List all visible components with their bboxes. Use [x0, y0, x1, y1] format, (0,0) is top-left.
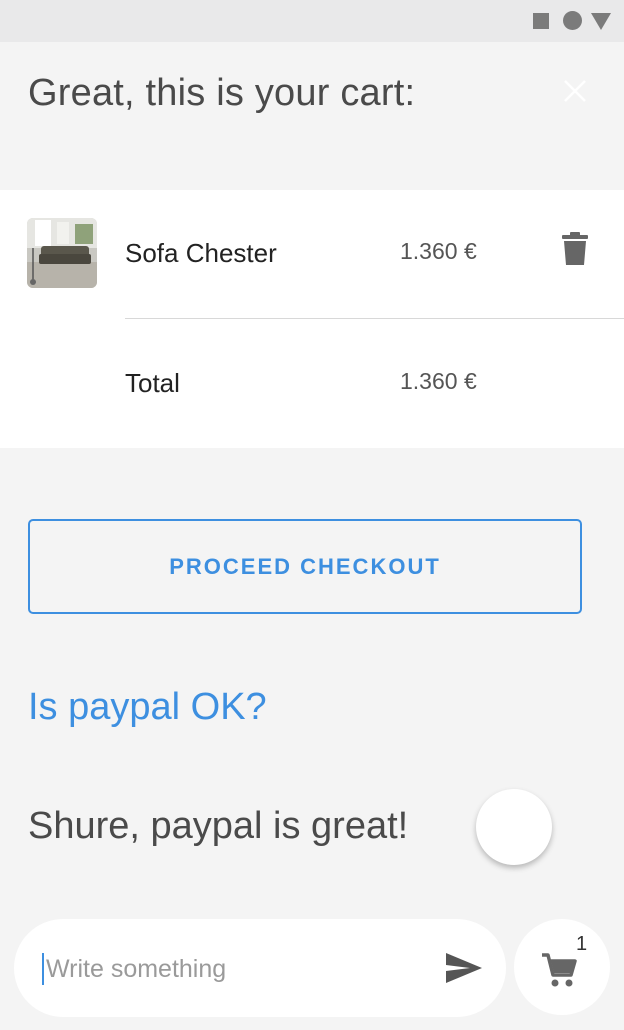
avatar	[476, 789, 552, 865]
total-price: 1.360 €	[400, 368, 477, 394]
cart-item-price: 1.360 €	[400, 238, 477, 264]
trash-icon[interactable]	[561, 232, 589, 266]
page-title: Great, this is your cart:	[28, 72, 416, 114]
cart-button[interactable]: 1	[514, 919, 610, 1015]
home-icon[interactable]	[563, 11, 582, 30]
total-label: Total	[125, 368, 180, 398]
cart-count-badge: 1	[576, 933, 588, 955]
message-input[interactable]	[46, 949, 426, 989]
bot-message: Is paypal OK?	[28, 686, 267, 728]
back-icon[interactable]	[591, 13, 611, 30]
shopping-cart-icon	[540, 951, 578, 989]
send-icon[interactable]	[444, 951, 484, 985]
close-icon[interactable]	[560, 76, 590, 106]
cart-card: Sofa Chester 1.360 € Total 1.360 €	[0, 190, 624, 448]
cart-item-name: Sofa Chester	[125, 238, 277, 268]
divider	[125, 318, 624, 319]
product-thumbnail	[27, 218, 97, 288]
user-message: Shure, paypal is great!	[28, 805, 409, 847]
proceed-checkout-button[interactable]: PROCEED CHECKOUT	[28, 519, 582, 614]
text-caret	[42, 953, 44, 985]
message-composer	[14, 919, 506, 1017]
recent-apps-icon[interactable]	[533, 13, 549, 29]
status-bar	[0, 0, 624, 42]
